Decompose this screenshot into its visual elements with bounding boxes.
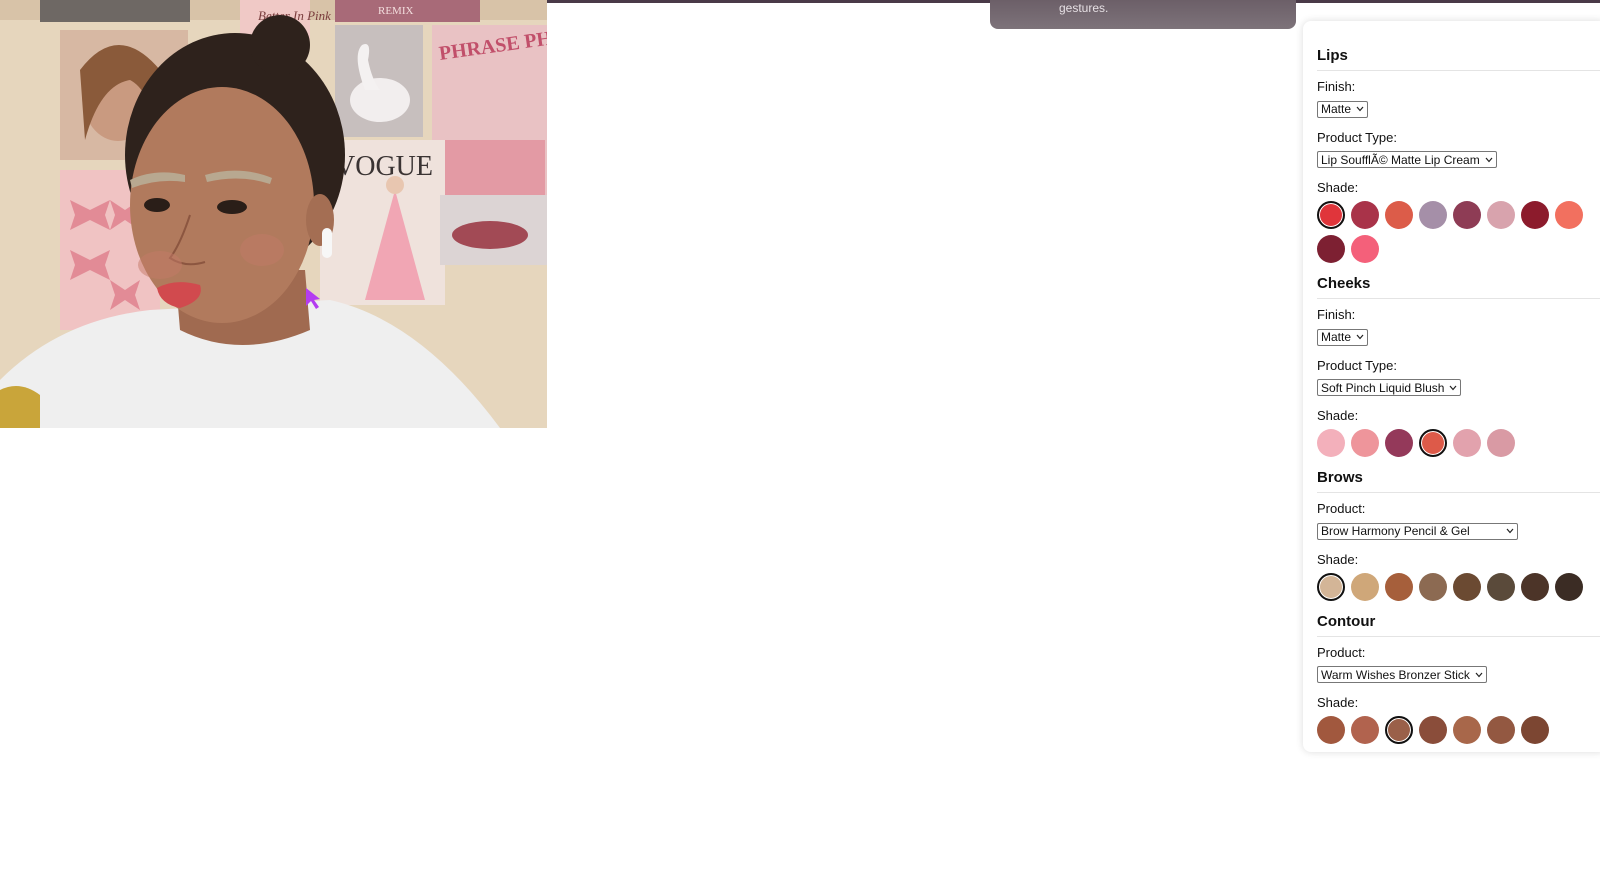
brows-title: Brows	[1317, 469, 1600, 493]
shade-swatch[interactable]	[1385, 716, 1413, 744]
shade-swatch[interactable]	[1351, 716, 1379, 744]
shade-swatch[interactable]	[1351, 201, 1379, 229]
contour-title: Contour	[1317, 613, 1600, 637]
chevron-down-icon	[1449, 385, 1457, 390]
shade-swatch[interactable]	[1487, 572, 1515, 601]
shade-swatch[interactable]	[1351, 429, 1379, 457]
shade-swatch[interactable]	[1453, 572, 1481, 601]
shade-swatch[interactable]	[1385, 572, 1413, 601]
contour-product-label: Product:	[1317, 644, 1366, 660]
cheeks-finish-select[interactable]: Matte	[1317, 328, 1369, 346]
chevron-down-icon	[1356, 334, 1364, 340]
shade-swatch[interactable]	[1521, 572, 1549, 601]
shade-swatch[interactable]	[1385, 201, 1413, 229]
contour-product-value: Warm Wishes Bronzer Stick	[1321, 667, 1470, 682]
shade-swatch[interactable]	[1521, 201, 1549, 229]
shade-swatch[interactable]	[1419, 201, 1447, 229]
shade-swatch[interactable]	[1419, 572, 1447, 601]
notification-toast: gestures.	[990, 0, 1296, 29]
brows-shade-swatches	[1317, 572, 1597, 601]
shade-swatch[interactable]	[1487, 716, 1515, 744]
shade-swatch[interactable]	[1521, 716, 1549, 744]
camera-feed: REMIX Better In Pink PHRASE PHRASE PHRAS…	[0, 0, 547, 428]
contour-product-select[interactable]: Warm Wishes Bronzer Stick	[1317, 666, 1487, 683]
shade-swatch[interactable]	[1419, 716, 1447, 744]
cheeks-product-type-label: Product Type:	[1317, 357, 1397, 373]
poster-text-remix: REMIX	[378, 5, 414, 17]
brows-product-value: Brow Harmony Pencil & Gel	[1321, 524, 1470, 538]
lips-finish-label: Finish:	[1317, 79, 1356, 94]
shade-swatch[interactable]	[1453, 716, 1481, 744]
shade-swatch[interactable]	[1487, 429, 1515, 457]
contour-shade-label: Shade:	[1317, 695, 1359, 710]
shade-swatch[interactable]	[1317, 429, 1345, 457]
makeup-controls-panel: Lips Finish: Matte Product Type: Lip Sou…	[1303, 21, 1600, 752]
lips-section: Lips Finish: Matte Product Type: Lip Sou…	[1317, 47, 1600, 263]
cheeks-shade-label: Shade:	[1317, 408, 1359, 423]
lips-finish-value: Matte	[1321, 102, 1352, 116]
toast-text: gestures.	[1059, 1, 1109, 15]
shade-swatch[interactable]	[1453, 429, 1481, 457]
shade-swatch[interactable]	[1317, 716, 1345, 744]
chevron-down-icon	[1356, 106, 1364, 112]
poster-text-vogue: VOGUE	[335, 151, 433, 182]
shade-swatch[interactable]	[1453, 201, 1481, 229]
lips-product-type-select[interactable]: Lip SoufflÃ© Matte Lip Cream	[1317, 151, 1497, 168]
chevron-down-icon	[1485, 157, 1493, 162]
cheeks-finish-value: Matte	[1321, 330, 1352, 344]
shade-swatch[interactable]	[1317, 235, 1345, 263]
cheeks-finish-label: Finish:	[1317, 307, 1356, 322]
lips-shade-label: Shade:	[1317, 180, 1359, 195]
shade-swatch[interactable]	[1351, 572, 1379, 601]
brows-product-select[interactable]: Brow Harmony Pencil & Gel	[1317, 522, 1518, 540]
lips-title: Lips	[1317, 47, 1600, 71]
shade-swatch[interactable]	[1555, 201, 1583, 229]
cheeks-shade-swatches	[1317, 429, 1597, 457]
cheeks-product-type-value: Soft Pinch Liquid Blush	[1321, 380, 1445, 395]
shade-swatch[interactable]	[1317, 201, 1345, 229]
lips-product-type-value: Lip SoufflÃ© Matte Lip Cream	[1321, 152, 1480, 167]
shade-swatch[interactable]	[1555, 572, 1583, 601]
shade-swatch[interactable]	[1385, 429, 1413, 457]
lips-finish-select[interactable]: Matte	[1317, 100, 1369, 118]
chevron-down-icon	[1506, 528, 1514, 534]
brows-section: Brows Product: Brow Harmony Pencil & Gel…	[1317, 469, 1600, 601]
chevron-down-icon	[1475, 672, 1483, 677]
shade-swatch[interactable]	[1419, 429, 1447, 457]
shade-swatch[interactable]	[1317, 572, 1345, 601]
brows-product-label: Product:	[1317, 501, 1366, 516]
contour-shade-swatches	[1317, 716, 1597, 744]
camera-frame-image: REMIX Better In Pink PHRASE PHRASE PHRAS…	[0, 0, 547, 428]
cheeks-title: Cheeks	[1317, 275, 1600, 299]
brows-shade-label: Shade:	[1317, 551, 1359, 567]
lips-product-type-label: Product Type:	[1317, 129, 1397, 145]
shade-swatch[interactable]	[1351, 235, 1379, 263]
shade-swatch[interactable]	[1487, 201, 1515, 229]
contour-section: Contour Product: Warm Wishes Bronzer Sti…	[1317, 613, 1600, 744]
cheeks-section: Cheeks Finish: Matte Product Type: Soft …	[1317, 275, 1600, 457]
cheeks-product-type-select[interactable]: Soft Pinch Liquid Blush	[1317, 379, 1462, 396]
lips-shade-swatches	[1317, 201, 1597, 263]
